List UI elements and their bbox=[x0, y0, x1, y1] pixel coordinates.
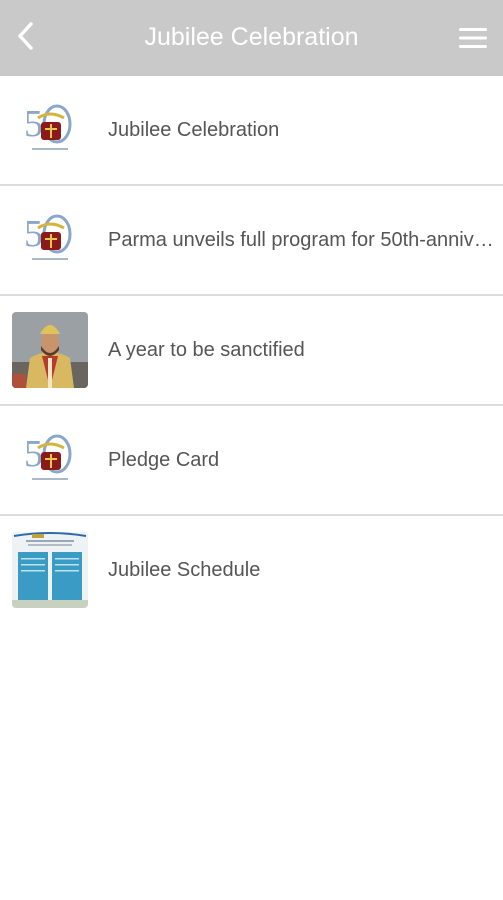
jubilee-logo-thumbnail: 5 bbox=[12, 202, 88, 278]
list-item-label: Pledge Card bbox=[108, 449, 220, 471]
page-title: Jubilee Celebration bbox=[144, 23, 359, 51]
hamburger-menu-icon bbox=[459, 28, 487, 48]
menu-button[interactable] bbox=[455, 20, 491, 56]
app-header: Jubilee Celebration bbox=[0, 0, 503, 76]
jubilee-50-logo-icon: 5 bbox=[24, 433, 72, 480]
list-item[interactable]: 5 Parma unveils full program for 50th-an… bbox=[0, 186, 503, 296]
list-item-label: Jubilee Schedule bbox=[108, 559, 261, 581]
jubilee-50-logo-icon: 5 bbox=[24, 103, 72, 150]
jubilee-logo-thumbnail: 5 bbox=[12, 422, 88, 498]
bishop-photo-thumbnail bbox=[12, 312, 88, 388]
schedule-thumbnail bbox=[12, 532, 88, 608]
jubilee-logo-thumbnail: 5 bbox=[12, 92, 88, 168]
svg-text:5: 5 bbox=[24, 213, 43, 255]
list-item-label: A year to be sanctified bbox=[108, 339, 305, 361]
list-item[interactable]: 5 Jubilee Celebration bbox=[0, 76, 503, 186]
article-list: 5 Jubilee Celebration 5 Parma unveils fu… bbox=[0, 76, 503, 626]
jubilee-50-logo-icon: 5 bbox=[24, 213, 72, 260]
list-item-label: Parma unveils full program for 50th-anni… bbox=[108, 229, 495, 251]
list-item[interactable]: 5 Pledge Card bbox=[0, 406, 503, 516]
chevron-left-icon bbox=[18, 22, 33, 50]
svg-text:5: 5 bbox=[24, 103, 43, 145]
schedule-brochure-icon bbox=[12, 532, 88, 608]
list-item-label: Jubilee Celebration bbox=[108, 119, 280, 141]
back-button[interactable] bbox=[6, 16, 46, 56]
list-item[interactable]: A year to be sanctified bbox=[0, 296, 503, 406]
svg-text:5: 5 bbox=[24, 433, 43, 475]
bishop-photo-icon bbox=[12, 312, 88, 388]
list-item[interactable]: Jubilee Schedule bbox=[0, 516, 503, 626]
